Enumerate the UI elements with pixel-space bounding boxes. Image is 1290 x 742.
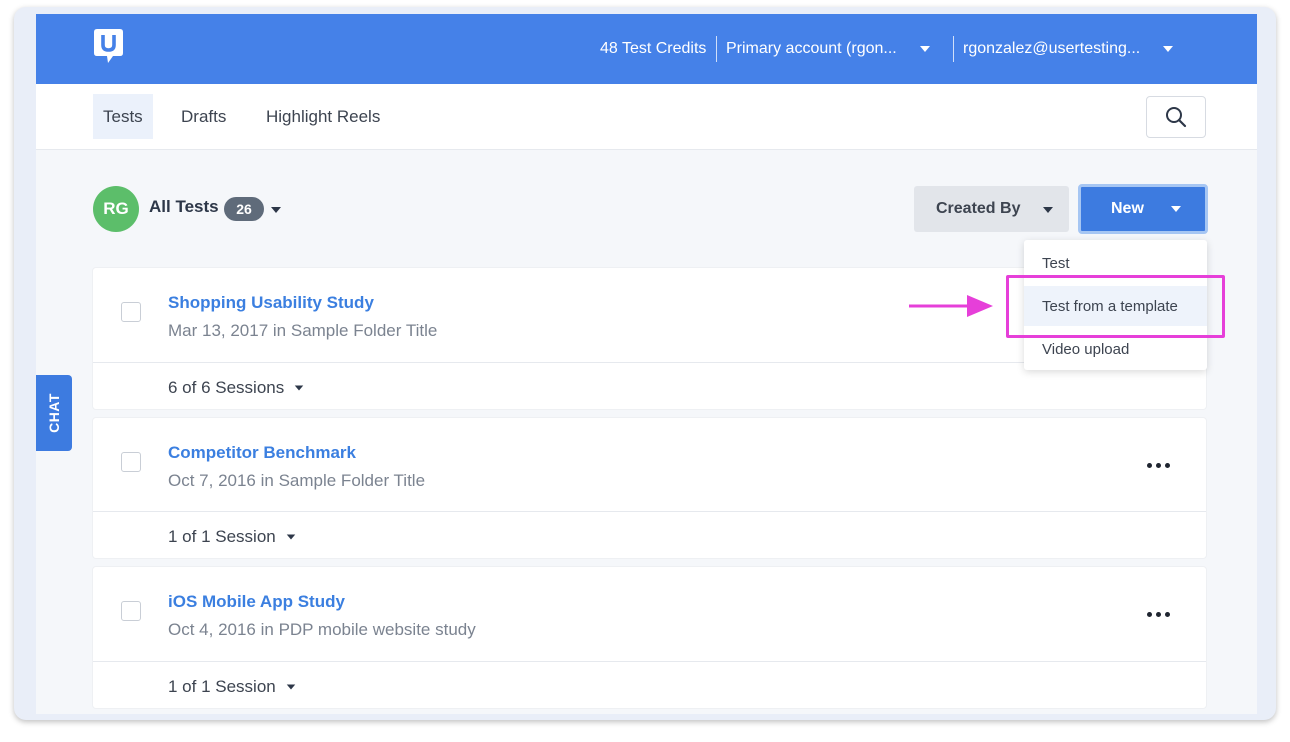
caret-down-icon xyxy=(1171,206,1181,212)
search-button[interactable] xyxy=(1146,96,1206,138)
tab-tests[interactable]: Tests xyxy=(93,94,153,139)
more-options-icon[interactable] xyxy=(1147,612,1170,617)
test-card: iOS Mobile App Study Oct 4, 2016 in PDP … xyxy=(93,567,1206,708)
test-title-link[interactable]: Shopping Usability Study xyxy=(168,293,374,313)
created-by-filter-button[interactable]: Created By xyxy=(914,186,1069,232)
sessions-dropdown[interactable]: 6 of 6 Sessions xyxy=(168,378,304,398)
created-by-label: Created By xyxy=(936,200,1021,217)
caret-down-icon xyxy=(1163,46,1174,52)
account-label: Primary account (rgon... xyxy=(726,40,897,57)
card-divider xyxy=(93,511,1206,512)
new-button[interactable]: New xyxy=(1078,184,1208,234)
test-card: Competitor Benchmark Oct 7, 2016 in Samp… xyxy=(93,418,1206,558)
caret-down-icon xyxy=(1043,207,1053,213)
search-icon xyxy=(1166,107,1187,128)
tab-highlight-reels[interactable]: Highlight Reels xyxy=(256,94,390,139)
user-email: rgonzalez@usertesting... xyxy=(963,40,1141,57)
test-select-checkbox[interactable] xyxy=(121,601,141,621)
caret-down-icon xyxy=(286,534,295,540)
user-menu[interactable]: rgonzalez@usertesting... xyxy=(963,14,1174,84)
sessions-label: 6 of 6 Sessions xyxy=(168,378,285,397)
app-window: 48 Test Credits Primary account (rgon...… xyxy=(36,14,1257,714)
chat-label: CHAT xyxy=(46,393,62,433)
card-divider xyxy=(93,661,1206,662)
pointer-arrow-icon xyxy=(909,295,993,317)
chat-tab[interactable]: CHAT xyxy=(36,375,72,451)
tabs-bar: Tests Drafts Highlight Reels xyxy=(36,84,1257,150)
sessions-dropdown[interactable]: 1 of 1 Session xyxy=(168,527,296,547)
usertesting-logo[interactable] xyxy=(93,28,124,65)
test-title-link[interactable]: iOS Mobile App Study xyxy=(168,592,345,612)
test-select-checkbox[interactable] xyxy=(121,302,141,322)
account-selector[interactable]: Primary account (rgon... xyxy=(726,14,930,84)
header-divider xyxy=(716,36,717,62)
test-credits: 48 Test Credits xyxy=(600,40,707,57)
sessions-label: 1 of 1 Session xyxy=(168,677,276,696)
header-divider xyxy=(953,36,954,62)
sessions-dropdown[interactable]: 1 of 1 Session xyxy=(168,677,296,697)
caret-down-icon xyxy=(919,46,930,52)
sessions-label: 1 of 1 Session xyxy=(168,527,276,546)
test-meta: Oct 4, 2016 in PDP mobile website study xyxy=(168,620,476,639)
all-tests-dropdown-icon[interactable] xyxy=(271,207,281,213)
all-tests-label[interactable]: All Tests xyxy=(149,197,219,217)
test-meta: Oct 7, 2016 in Sample Folder Title xyxy=(168,471,426,490)
test-select-checkbox[interactable] xyxy=(121,452,141,472)
test-meta: Mar 13, 2017 in Sample Folder Title xyxy=(168,321,438,340)
caret-down-icon xyxy=(295,385,304,391)
highlight-annotation-box xyxy=(1006,275,1225,338)
avatar: RG xyxy=(93,186,139,232)
test-title-link[interactable]: Competitor Benchmark xyxy=(168,443,356,463)
test-count-badge: 26 xyxy=(224,197,264,221)
more-options-icon[interactable] xyxy=(1147,463,1170,468)
tab-drafts[interactable]: Drafts xyxy=(171,94,236,139)
new-label: New xyxy=(1111,200,1144,217)
top-navigation-bar: 48 Test Credits Primary account (rgon...… xyxy=(36,14,1257,84)
caret-down-icon xyxy=(286,684,295,690)
